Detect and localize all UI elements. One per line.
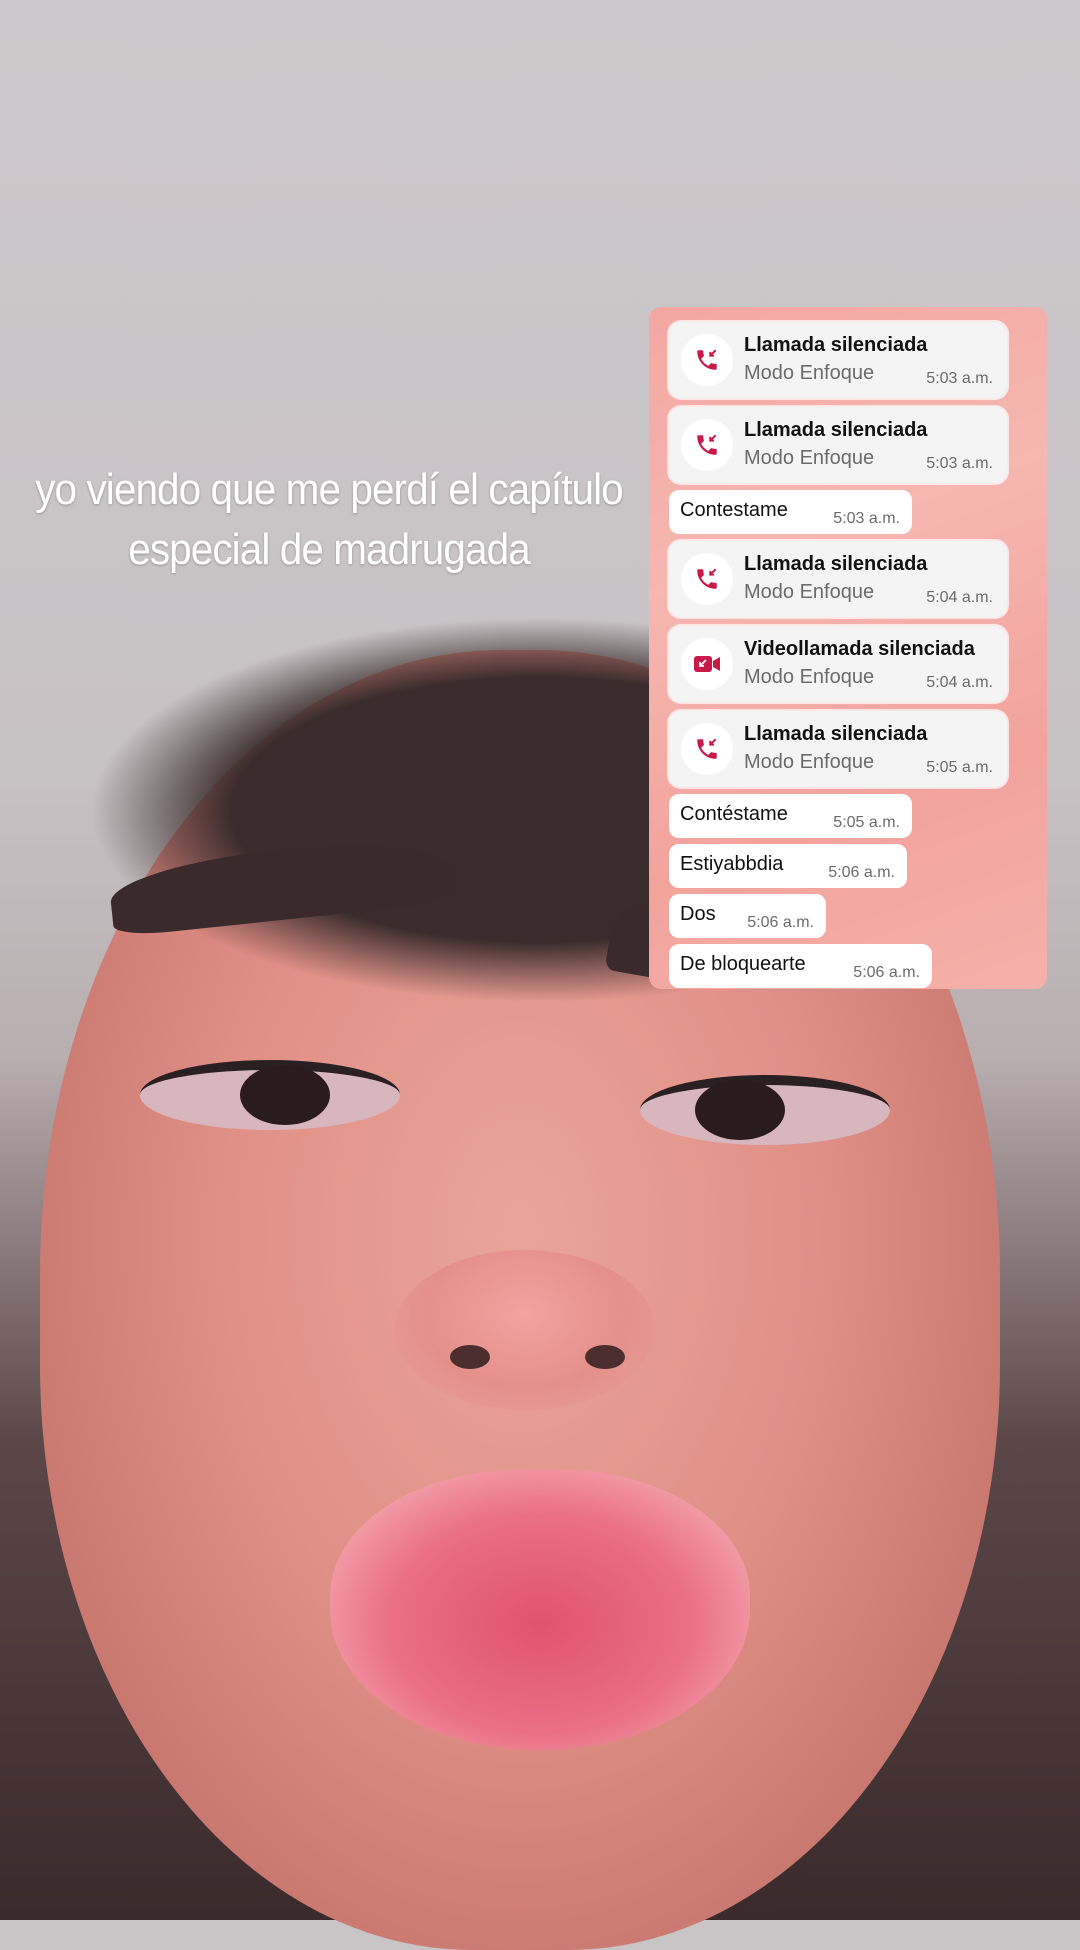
message-time: 5:03 a.m. xyxy=(926,455,993,472)
text-message-bubble[interactable]: Contéstame 5:05 a.m. xyxy=(669,794,912,838)
message-time: 5:06 a.m. xyxy=(747,914,814,931)
lips xyxy=(330,1470,750,1750)
call-title: Llamada silenciada xyxy=(744,553,928,575)
missed-call-icon xyxy=(681,553,733,605)
silenced-call-card[interactable]: Llamada silenciada Modo Enfoque 5:05 a.m… xyxy=(669,711,1007,787)
message-text: De bloquearte xyxy=(680,953,806,975)
video-call-icon xyxy=(681,638,733,690)
call-subtitle: Modo Enfoque xyxy=(744,447,875,469)
call-title: Videollamada silenciada xyxy=(744,638,975,660)
silenced-call-card[interactable]: Llamada silenciada Modo Enfoque 5:03 a.m… xyxy=(669,407,1007,483)
text-message-bubble[interactable]: Contestame 5:03 a.m. xyxy=(669,490,912,534)
message-time: 5:05 a.m. xyxy=(926,759,993,776)
call-title: Llamada silenciada xyxy=(744,334,928,356)
message-text: Estiyabbdia xyxy=(680,853,784,875)
video-caption: yo viendo que me perdí el capítulo espec… xyxy=(30,460,628,580)
message-time: 5:04 a.m. xyxy=(926,674,993,691)
left-pupil xyxy=(240,1065,330,1125)
silenced-video-call-card[interactable]: Videollamada silenciada Modo Enfoque 5:0… xyxy=(669,626,1007,702)
silenced-call-card[interactable]: Llamada silenciada Modo Enfoque 5:04 a.m… xyxy=(669,541,1007,617)
caption-line-2: especial de madrugada xyxy=(128,525,530,574)
missed-call-icon xyxy=(681,723,733,775)
missed-call-icon xyxy=(681,419,733,471)
left-nostril xyxy=(450,1345,490,1369)
text-message-bubble[interactable]: Estiyabbdia 5:06 a.m. xyxy=(669,844,907,888)
call-subtitle: Modo Enfoque xyxy=(744,751,875,773)
right-nostril xyxy=(585,1345,625,1369)
nose xyxy=(395,1250,655,1410)
call-subtitle: Modo Enfoque xyxy=(744,362,875,384)
call-subtitle: Modo Enfoque xyxy=(744,581,875,603)
call-title: Llamada silenciada xyxy=(744,419,928,441)
missed-call-icon xyxy=(681,334,733,386)
text-message-bubble[interactable]: De bloquearte 5:06 a.m. xyxy=(669,944,932,988)
right-pupil xyxy=(695,1080,785,1140)
caption-line-1: yo viendo que me perdí el capítulo xyxy=(35,465,623,514)
message-time: 5:03 a.m. xyxy=(926,370,993,387)
chat-screenshot-panel: Llamada silenciada Modo Enfoque 5:03 a.m… xyxy=(649,307,1047,989)
text-message-bubble[interactable]: Dos 5:06 a.m. xyxy=(669,894,826,938)
message-time: 5:06 a.m. xyxy=(828,864,895,881)
message-text: Contestame xyxy=(680,499,788,521)
silenced-call-card[interactable]: Llamada silenciada Modo Enfoque 5:03 a.m… xyxy=(669,322,1007,398)
message-time: 5:06 a.m. xyxy=(853,964,920,981)
message-time: 5:04 a.m. xyxy=(926,589,993,606)
message-time: 5:05 a.m. xyxy=(833,814,900,831)
message-text: Dos xyxy=(680,903,716,925)
message-time: 5:03 a.m. xyxy=(833,510,900,527)
call-subtitle: Modo Enfoque xyxy=(744,666,875,688)
call-title: Llamada silenciada xyxy=(744,723,928,745)
message-text: Contéstame xyxy=(680,803,788,825)
